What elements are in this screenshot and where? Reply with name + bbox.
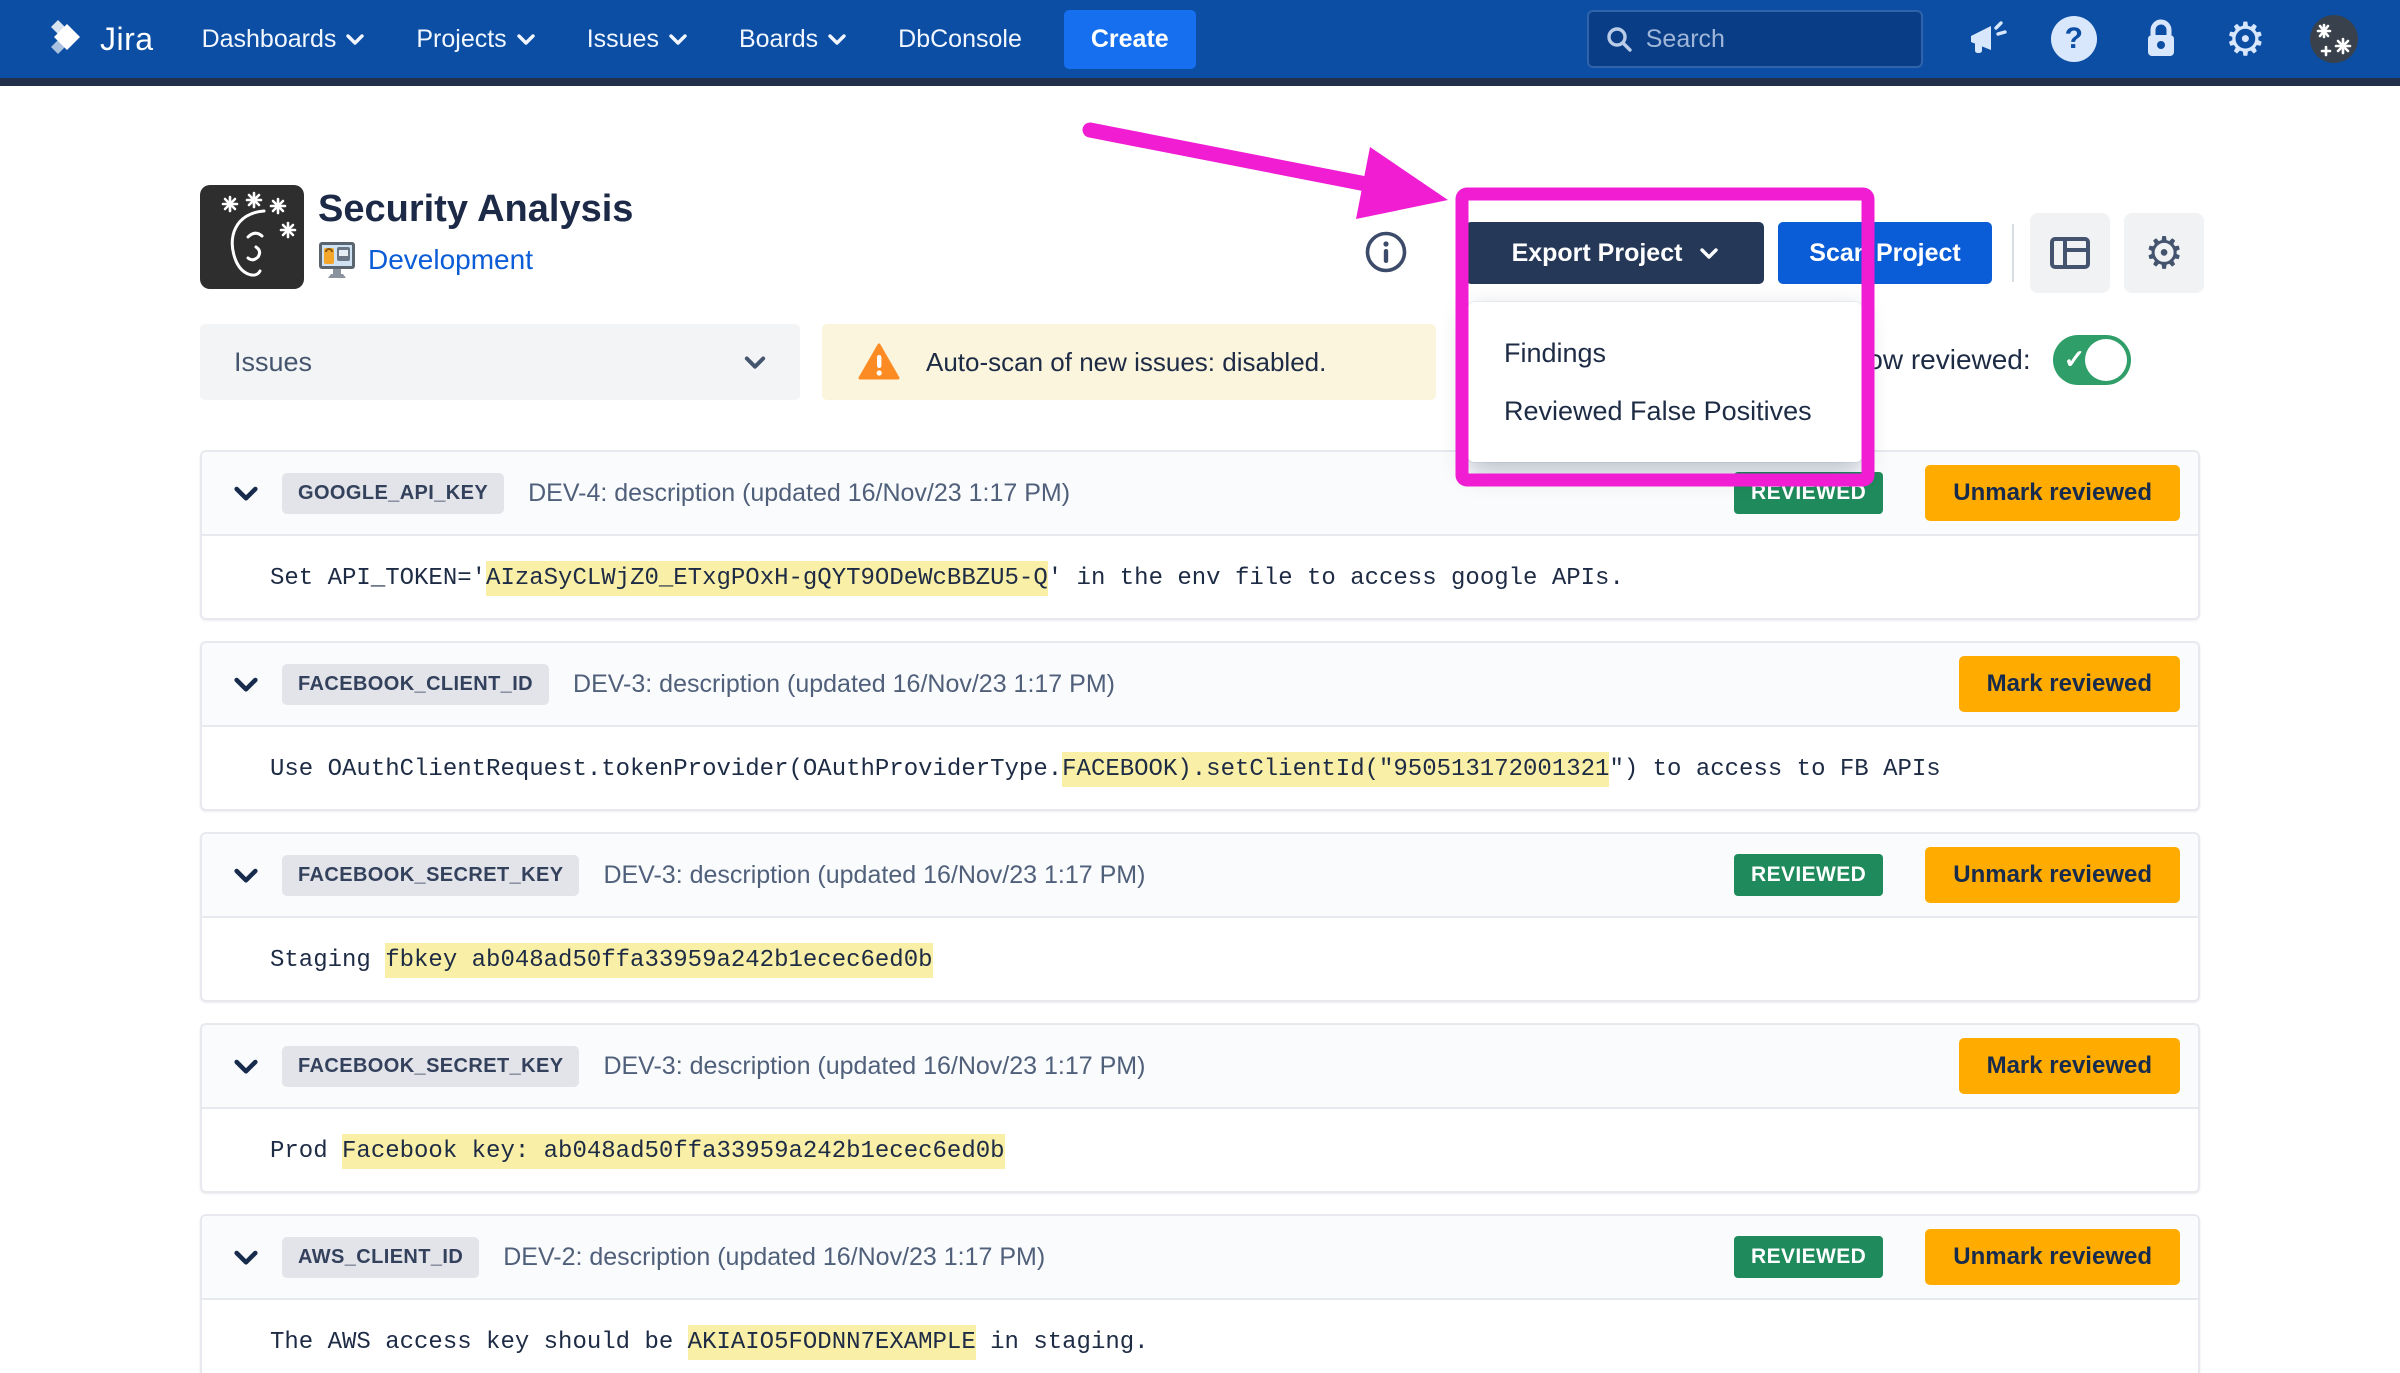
nav-menu: Dashboards Projects Issues Boards DbCons… <box>202 25 1022 54</box>
layout-panel-icon <box>2050 237 2090 269</box>
gear-icon: ⚙ <box>2144 227 2184 279</box>
finding-header: FACEBOOK_SECRET_KEY DEV-3: description (… <box>202 834 2198 918</box>
user-avatar[interactable] <box>2310 15 2358 63</box>
collapse-chevron-icon[interactable] <box>234 485 258 501</box>
mark-reviewed-button[interactable]: Mark reviewed <box>1958 1038 2180 1094</box>
finding-type-badge: FACEBOOK_SECRET_KEY <box>282 1045 580 1087</box>
finding-title: DEV-2: description (updated 16/Nov/23 1:… <box>503 1242 1046 1271</box>
unmark-reviewed-button[interactable]: Unmark reviewed <box>1925 847 2180 903</box>
chevron-down-icon <box>744 356 766 369</box>
mark-reviewed-button[interactable]: Mark reviewed <box>1958 656 2180 712</box>
finding-type-badge: AWS_CLIENT_ID <box>282 1236 480 1278</box>
collapse-chevron-icon[interactable] <box>234 867 258 883</box>
finding-card: AWS_CLIENT_ID DEV-2: description (update… <box>200 1214 2200 1373</box>
chevron-down-icon <box>1700 248 1719 259</box>
project-link-development[interactable]: Development <box>368 244 533 276</box>
finding-type-badge: FACEBOOK_CLIENT_ID <box>282 663 550 705</box>
nav-item-dbconsole[interactable]: DbConsole <box>898 25 1022 54</box>
annotation-arrow-shaft <box>1082 122 1374 192</box>
create-button[interactable]: Create <box>1063 9 1196 69</box>
finding-type-badge: GOOGLE_API_KEY <box>282 472 505 514</box>
page-settings-button[interactable]: ⚙ <box>2124 213 2204 293</box>
project-breadcrumb: Development <box>316 240 533 280</box>
show-reviewed-control: Show reviewed: ✓ <box>1833 332 2131 388</box>
autoscan-warning-banner: Auto-scan of new issues: disabled. <box>822 324 1436 400</box>
security-analysis-page: Jira Dashboards Projects Issues Boards D… <box>0 0 2400 1373</box>
nav-item-projects[interactable]: Projects <box>416 25 535 54</box>
search-box[interactable] <box>1586 10 1923 68</box>
info-icon[interactable] <box>1364 230 1408 274</box>
menu-item-reviewed-false-positives[interactable]: Reviewed False Positives <box>1468 382 1862 440</box>
layout-panel-button[interactable] <box>2030 213 2110 293</box>
secret-highlight: FACEBOOK).setClientId("950513172001321 <box>1062 751 1610 787</box>
nav-item-boards[interactable]: Boards <box>739 25 846 54</box>
nav-item-issues[interactable]: Issues <box>587 25 687 54</box>
jira-logo[interactable]: Jira <box>46 18 154 60</box>
export-project-button[interactable]: Export Project <box>1466 222 1764 284</box>
reviewed-status-badge: REVIEWED <box>1734 472 1884 514</box>
finding-title: DEV-4: description (updated 16/Nov/23 1:… <box>528 478 1071 507</box>
secret-highlight: AIzaSyCLWjZ0_ETxgPOxH-gQYT9ODeWcBBZU5-Q <box>486 560 1048 596</box>
secret-highlight: fbkey ab048ad50ffa33959a242b1ecec6ed0b <box>385 942 933 978</box>
collapse-chevron-icon[interactable] <box>234 1058 258 1074</box>
search-icon <box>1607 27 1632 52</box>
finding-header: GOOGLE_API_KEY DEV-4: description (updat… <box>202 452 2198 536</box>
page-title: Security Analysis <box>318 188 634 230</box>
warning-icon <box>858 343 900 380</box>
reviewed-status-badge: REVIEWED <box>1734 854 1884 896</box>
finding-description: Set API_TOKEN=' AIzaSyCLWjZ0_ETxgPOxH-gQY… <box>202 536 2198 620</box>
reviewed-status-badge: REVIEWED <box>1734 1236 1884 1278</box>
show-reviewed-toggle[interactable]: ✓ <box>2052 335 2131 385</box>
secret-highlight: AKIAIO5FODNN7EXAMPLE <box>687 1324 976 1360</box>
brand-name: Jira <box>100 20 154 57</box>
finding-card: FACEBOOK_CLIENT_ID DEV-3: description (u… <box>200 641 2200 811</box>
jira-logo-icon <box>51 20 80 54</box>
nav-icon-group: ? ⚙ <box>1965 15 2358 63</box>
warning-text: Auto-scan of new issues: disabled. <box>926 346 1327 377</box>
chevron-down-icon <box>516 34 535 45</box>
secret-highlight: Facebook key: ab048ad50ffa33959a242b1ece… <box>342 1133 1005 1169</box>
finding-header: FACEBOOK_CLIENT_ID DEV-3: description (u… <box>202 643 2198 727</box>
toggle-knob <box>2084 339 2127 381</box>
nav-item-dashboards[interactable]: Dashboards <box>202 25 365 54</box>
finding-card: FACEBOOK_SECRET_KEY DEV-3: description (… <box>200 1023 2200 1193</box>
toolbar-divider <box>2012 224 2014 282</box>
settings-gear-icon[interactable]: ⚙ <box>2225 16 2266 62</box>
collapse-chevron-icon[interactable] <box>234 1249 258 1265</box>
top-nav-bar: Jira Dashboards Projects Issues Boards D… <box>0 0 2400 86</box>
lock-icon[interactable] <box>2141 17 2181 61</box>
issue-type-select[interactable]: Issues <box>200 324 800 400</box>
finding-title: DEV-3: description (updated 16/Nov/23 1:… <box>573 669 1115 698</box>
secure-computer-icon <box>319 242 355 278</box>
help-icon[interactable]: ? <box>2050 16 2097 62</box>
annotation-arrow-head <box>1356 147 1448 219</box>
chevron-down-icon <box>346 34 365 45</box>
unmark-reviewed-button[interactable]: Unmark reviewed <box>1925 1229 2180 1285</box>
export-dropdown-menu: Findings Reviewed False Positives <box>1468 302 1862 462</box>
check-icon: ✓ <box>2063 344 2086 374</box>
finding-header: FACEBOOK_SECRET_KEY DEV-3: description (… <box>202 1025 2198 1109</box>
finding-type-badge: FACEBOOK_SECRET_KEY <box>282 854 580 896</box>
search-input[interactable] <box>1645 24 1905 54</box>
chevron-down-icon <box>828 34 846 45</box>
finding-description: Prod Facebook key: ab048ad50ffa33959a242… <box>202 1109 2198 1193</box>
announcements-icon[interactable] <box>1965 18 2007 60</box>
chevron-down-icon <box>669 34 687 45</box>
collapse-chevron-icon[interactable] <box>234 676 258 692</box>
finding-card: GOOGLE_API_KEY DEV-4: description (updat… <box>200 450 2200 620</box>
scan-project-button[interactable]: Scan Project <box>1778 222 1992 284</box>
finding-description: Use OAuthClientRequest.tokenProvider(OAu… <box>202 727 2198 811</box>
finding-description: Staging fbkey ab048ad50ffa33959a242b1ece… <box>202 918 2198 1002</box>
show-reviewed-label: Show reviewed: <box>1833 344 2031 375</box>
unmark-reviewed-button[interactable]: Unmark reviewed <box>1925 465 2180 521</box>
menu-item-findings[interactable]: Findings <box>1468 324 1862 382</box>
finding-card: FACEBOOK_SECRET_KEY DEV-3: description (… <box>200 832 2200 1002</box>
finding-title: DEV-3: description (updated 16/Nov/23 1:… <box>603 1051 1146 1080</box>
finding-header: AWS_CLIENT_ID DEV-2: description (update… <box>202 1216 2198 1300</box>
finding-description: The AWS access key should be AKIAIO5FODN… <box>202 1300 2198 1373</box>
project-avatar <box>200 185 304 289</box>
finding-title: DEV-3: description (updated 16/Nov/23 1:… <box>603 860 1146 889</box>
